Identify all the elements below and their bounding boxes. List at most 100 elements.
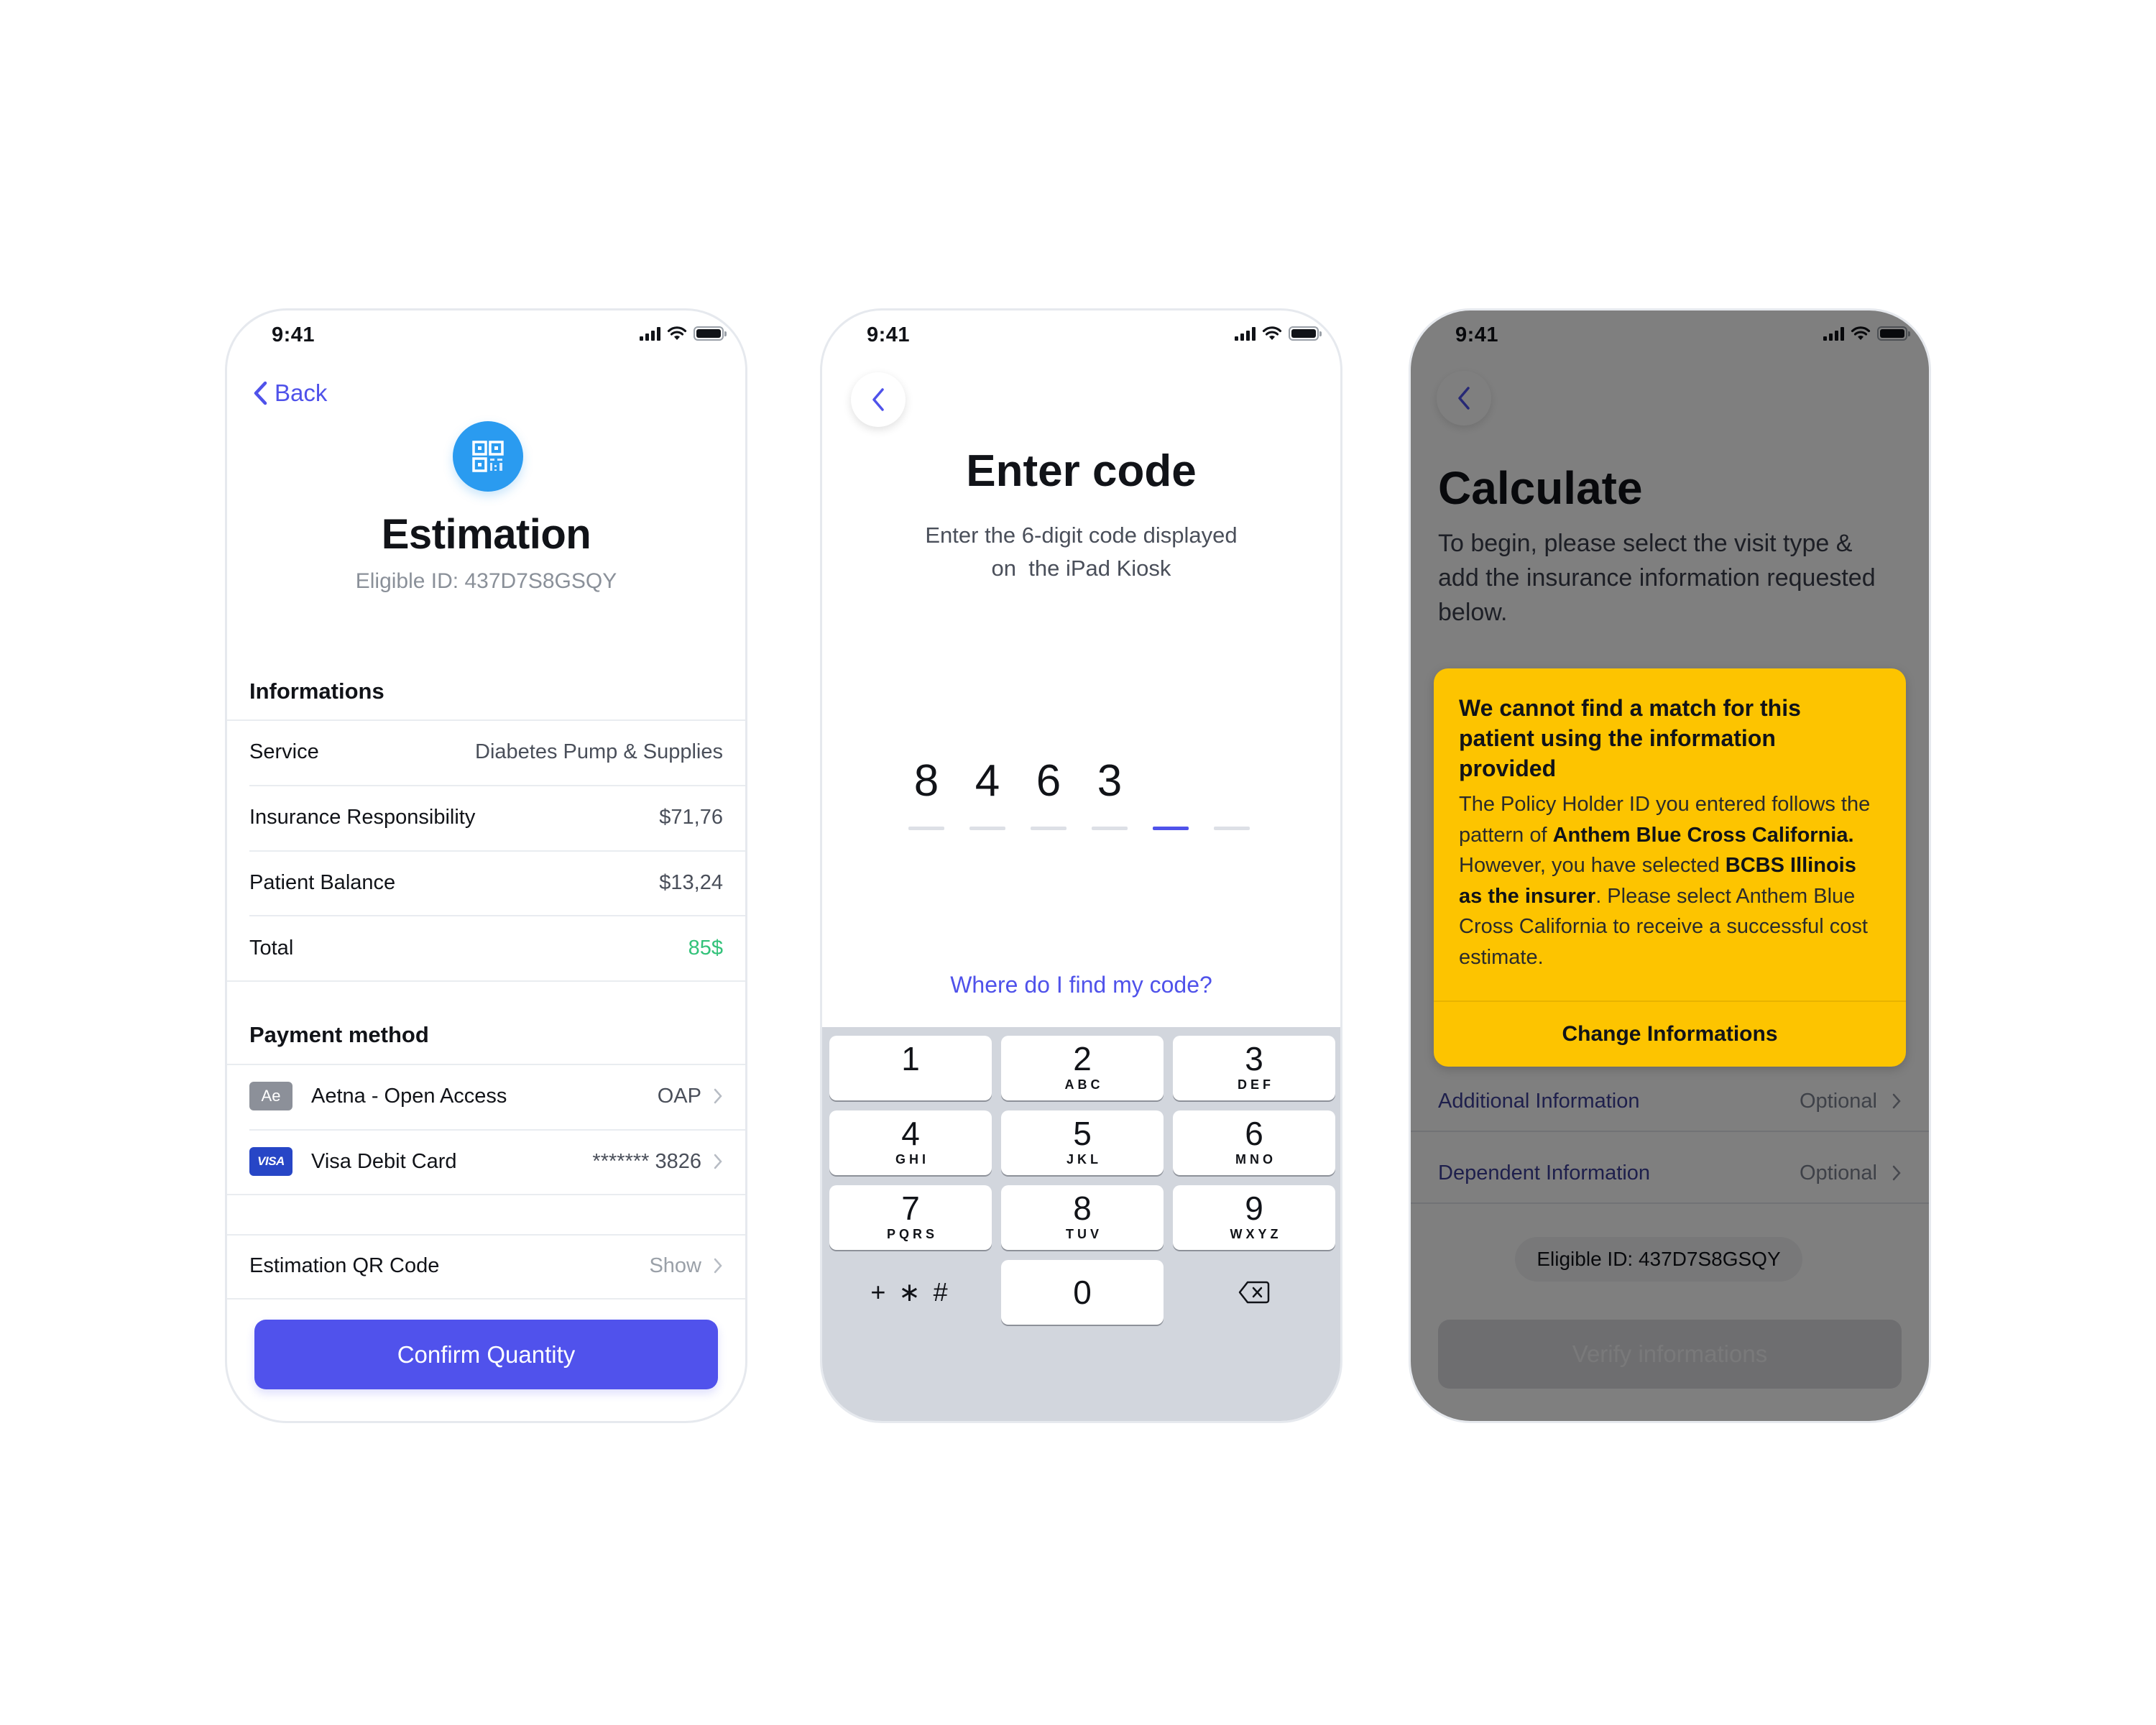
- code-digit: 4: [975, 756, 1000, 806]
- no-match-alert: We cannot find a match for this patient …: [1434, 668, 1906, 1067]
- payment-value: OAP: [657, 1084, 701, 1108]
- show-link: Show: [649, 1254, 701, 1277]
- symbols-label: + ∗ #: [870, 1277, 951, 1307]
- key-number: 4: [901, 1115, 920, 1152]
- row-value: $71,76: [659, 805, 723, 829]
- divider: [249, 1129, 745, 1131]
- key-letters: ABC: [1064, 1077, 1104, 1092]
- key-0[interactable]: 0: [1001, 1260, 1164, 1325]
- code-underline: [969, 827, 1005, 830]
- status-time: 9:41: [867, 323, 911, 346]
- page-title: Enter code: [966, 446, 1197, 496]
- page-subtitle: Enter the 6-digit code displayed on the …: [822, 519, 1340, 585]
- code-cell: 6: [1031, 756, 1067, 830]
- cellular-signal-icon: [1235, 326, 1256, 341]
- key-letters: PQRS: [886, 1227, 938, 1241]
- battery-icon: [1289, 326, 1322, 341]
- estimation-screen: 9:41 Back Estimation Eligible ID: 437D7S…: [225, 308, 747, 1423]
- code-underline: [1031, 827, 1067, 830]
- calculate-screen: 9:41 Calculate To begin, please select t…: [1409, 308, 1931, 1423]
- divider: [227, 1194, 745, 1195]
- payment-value: ******* 3826: [592, 1149, 701, 1173]
- key-8[interactable]: 8 TUV: [1001, 1185, 1164, 1250]
- back-button[interactable]: Back: [253, 380, 327, 407]
- cellular-signal-icon: [640, 326, 660, 341]
- key-number: 7: [901, 1190, 920, 1227]
- back-button[interactable]: [851, 372, 906, 427]
- key-number: 6: [1245, 1115, 1263, 1152]
- enter-code-screen: 9:41 Enter code Enter the 6-digit code d…: [820, 308, 1342, 1423]
- payment-label: Visa Debit Card: [311, 1149, 457, 1173]
- code-underline: [1092, 827, 1128, 830]
- estimation-qr-code-row[interactable]: Estimation QR Code Show: [249, 1244, 723, 1287]
- key-1[interactable]: 1: [829, 1036, 992, 1100]
- key-letters: MNO: [1235, 1152, 1276, 1167]
- key-symbols[interactable]: + ∗ #: [829, 1260, 992, 1325]
- informations-heading: Informations: [249, 678, 384, 704]
- row-label: Estimation QR Code: [249, 1254, 440, 1277]
- row-label: Patient Balance: [249, 870, 396, 894]
- code-cell: [1214, 756, 1250, 830]
- info-row-patient-balance: Patient Balance $13,24: [249, 861, 723, 904]
- code-underline-active: [1153, 827, 1189, 830]
- key-letters: JKL: [1066, 1152, 1102, 1167]
- divider: [227, 1298, 745, 1300]
- chevron-left-icon: [254, 381, 267, 405]
- visa-logo-icon: VISA: [249, 1147, 292, 1176]
- back-label: Back: [275, 380, 328, 406]
- alert-highlight: Anthem Blue Cross California.: [1552, 823, 1854, 847]
- info-row-total: Total 85$: [249, 926, 723, 970]
- key-5[interactable]: 5 JKL: [1001, 1110, 1164, 1175]
- divider: [227, 719, 745, 721]
- key-number: 1: [901, 1040, 920, 1077]
- code-digit: 6: [1036, 756, 1061, 806]
- key-7[interactable]: 7 PQRS: [829, 1185, 992, 1250]
- qr-badge: [453, 421, 523, 492]
- key-9[interactable]: 9 WXYZ: [1173, 1185, 1335, 1250]
- key-number: 8: [1073, 1190, 1092, 1227]
- payment-item-aetna[interactable]: Ae Aetna - Open Access OAP: [249, 1075, 723, 1118]
- key-3[interactable]: 3 DEF: [1173, 1036, 1335, 1100]
- where-find-code-link[interactable]: Where do I find my code?: [822, 972, 1340, 998]
- divider: [227, 1064, 745, 1065]
- info-row-service: Service Diabetes Pump & Supplies: [249, 730, 723, 773]
- status-icons: [1235, 326, 1322, 341]
- page-title: Estimation: [381, 511, 591, 558]
- total-value: 85$: [688, 936, 723, 960]
- row-value: $13,24: [659, 870, 723, 894]
- code-cell: 4: [969, 756, 1005, 830]
- info-row-insurance-responsibility: Insurance Responsibility $71,76: [249, 796, 723, 839]
- code-input[interactable]: 8 4 6 3: [908, 756, 1250, 830]
- payment-label: Aetna - Open Access: [311, 1084, 507, 1108]
- key-2[interactable]: 2 ABC: [1001, 1036, 1164, 1100]
- alert-text: However, you have selected: [1459, 854, 1726, 877]
- key-6[interactable]: 6 MNO: [1173, 1110, 1335, 1175]
- divider: [227, 1234, 745, 1236]
- chevron-right-icon: [714, 1088, 722, 1104]
- alert-message: The Policy Holder ID you entered follows…: [1459, 789, 1884, 972]
- key-delete[interactable]: [1173, 1260, 1335, 1325]
- backspace-icon: [1238, 1281, 1270, 1304]
- key-letters: TUV: [1066, 1227, 1102, 1241]
- key-4[interactable]: 4 GHI: [829, 1110, 992, 1175]
- confirm-quantity-button[interactable]: Confirm Quantity: [254, 1320, 718, 1389]
- subtitle-line: Enter the 6-digit code displayed: [925, 523, 1238, 548]
- key-number: 3: [1245, 1040, 1263, 1077]
- row-label: Insurance Responsibility: [249, 805, 476, 829]
- code-underline: [1214, 827, 1250, 830]
- eligible-id: Eligible ID: 437D7S8GSQY: [355, 569, 617, 593]
- chevron-right-icon: [714, 1258, 722, 1274]
- wifi-icon: [1262, 326, 1282, 340]
- key-letters: GHI: [895, 1152, 929, 1167]
- row-label: Service: [249, 740, 319, 763]
- divider: [249, 915, 745, 916]
- change-informations-button[interactable]: Change Informations: [1434, 1002, 1906, 1067]
- code-cell-active: [1153, 756, 1189, 830]
- divider: [249, 785, 745, 786]
- row-value: Diabetes Pump & Supplies: [475, 740, 723, 763]
- qr-code-icon: [472, 441, 504, 472]
- key-number: 2: [1073, 1040, 1092, 1077]
- key-number: 9: [1245, 1190, 1263, 1227]
- payment-item-visa[interactable]: VISA Visa Debit Card ******* 3826: [249, 1140, 723, 1183]
- key-number: 0: [1073, 1274, 1092, 1311]
